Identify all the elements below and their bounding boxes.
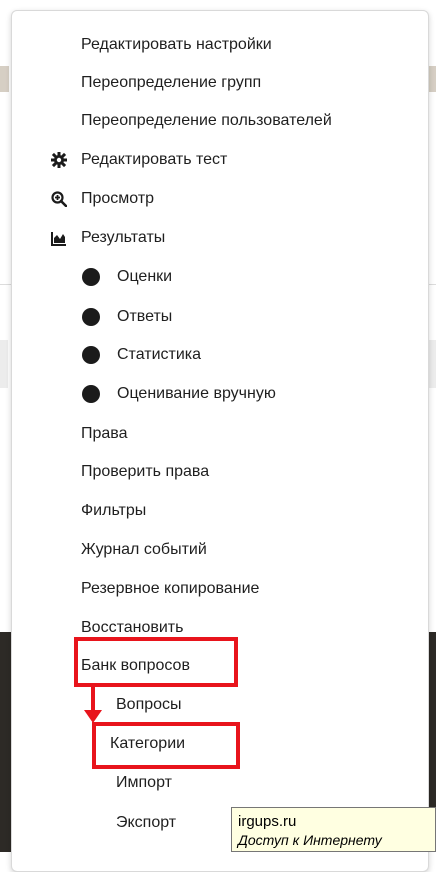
menu-item-label: Журнал событий	[81, 541, 207, 558]
menu-item-label: Импорт	[116, 774, 172, 791]
menu-item-edit-quiz[interactable]: Редактировать тест	[51, 150, 228, 170]
tooltip-status: Доступ к Интернету	[238, 832, 382, 848]
menu-item-label: Переопределение групп	[81, 74, 262, 91]
menu-item-statistics[interactable]: Статистика	[82, 345, 202, 365]
bullet-dot-icon	[82, 385, 100, 403]
page-background-fragment	[0, 66, 9, 92]
area-chart-icon	[51, 232, 66, 246]
menu-item-label: Оценивание вручную	[117, 385, 276, 402]
highlight-question-bank	[74, 637, 238, 687]
menu-item-import[interactable]: Импорт	[116, 773, 172, 793]
menu-item-backup[interactable]: Резервное копирование	[81, 579, 259, 599]
gear-icon	[51, 152, 67, 168]
zoom-in-icon	[51, 191, 67, 207]
menu-item-label: Статистика	[117, 346, 202, 363]
menu-item-label: Экспорт	[116, 814, 177, 831]
menu-item-label: Переопределение пользователей	[81, 112, 332, 129]
menu-item-preview[interactable]: Просмотр	[51, 189, 155, 209]
menu-item-label: Вопросы	[116, 696, 182, 713]
menu-item-check-permissions[interactable]: Проверить права	[81, 462, 209, 482]
menu-item-label: Просмотр	[81, 190, 155, 207]
menu-item-group-overrides[interactable]: Переопределение групп	[81, 73, 261, 93]
bullet-dot-icon	[82, 346, 100, 364]
menu-item-responses[interactable]: Ответы	[82, 307, 173, 327]
menu-item-questions[interactable]: Вопросы	[116, 695, 182, 715]
menu-item-label: Результаты	[81, 229, 166, 246]
menu-item-export[interactable]: Экспорт	[116, 813, 176, 833]
menu-item-permissions[interactable]: Права	[81, 424, 128, 444]
page-background-fragment	[0, 340, 8, 388]
menu-item-label: Резервное копирование	[81, 580, 260, 597]
menu-item-restore[interactable]: Восстановить	[81, 618, 183, 638]
menu-item-label: Редактировать тест	[81, 151, 228, 168]
tooltip-site: irgups.ru	[238, 813, 297, 830]
menu-item-manual-grading[interactable]: Оценивание вручную	[82, 384, 276, 404]
menu-item-label: Оценки	[117, 268, 173, 285]
bullet-dot-icon	[82, 268, 100, 286]
highlight-categories	[92, 722, 240, 769]
link-tooltip: irgups.ru Доступ к Интернету	[231, 807, 436, 852]
menu-item-results[interactable]: Результаты	[51, 228, 166, 248]
highlight-arrow-shaft	[91, 685, 95, 713]
menu-item-label: Редактировать настройки	[81, 36, 272, 53]
menu-item-filters[interactable]: Фильтры	[81, 501, 146, 521]
menu-item-label: Права	[81, 425, 128, 442]
menu-item-label: Ответы	[117, 308, 173, 325]
menu-item-grades[interactable]: Оценки	[82, 267, 173, 287]
page-background-fragment	[428, 340, 436, 388]
menu-item-label: Проверить права	[81, 463, 210, 480]
bullet-dot-icon	[82, 308, 100, 326]
menu-item-edit-settings[interactable]: Редактировать настройки	[81, 35, 272, 55]
menu-item-user-overrides[interactable]: Переопределение пользователей	[81, 111, 332, 131]
menu-item-logs[interactable]: Журнал событий	[81, 540, 207, 560]
menu-item-label: Восстановить	[81, 619, 184, 636]
menu-item-label: Фильтры	[81, 502, 147, 519]
